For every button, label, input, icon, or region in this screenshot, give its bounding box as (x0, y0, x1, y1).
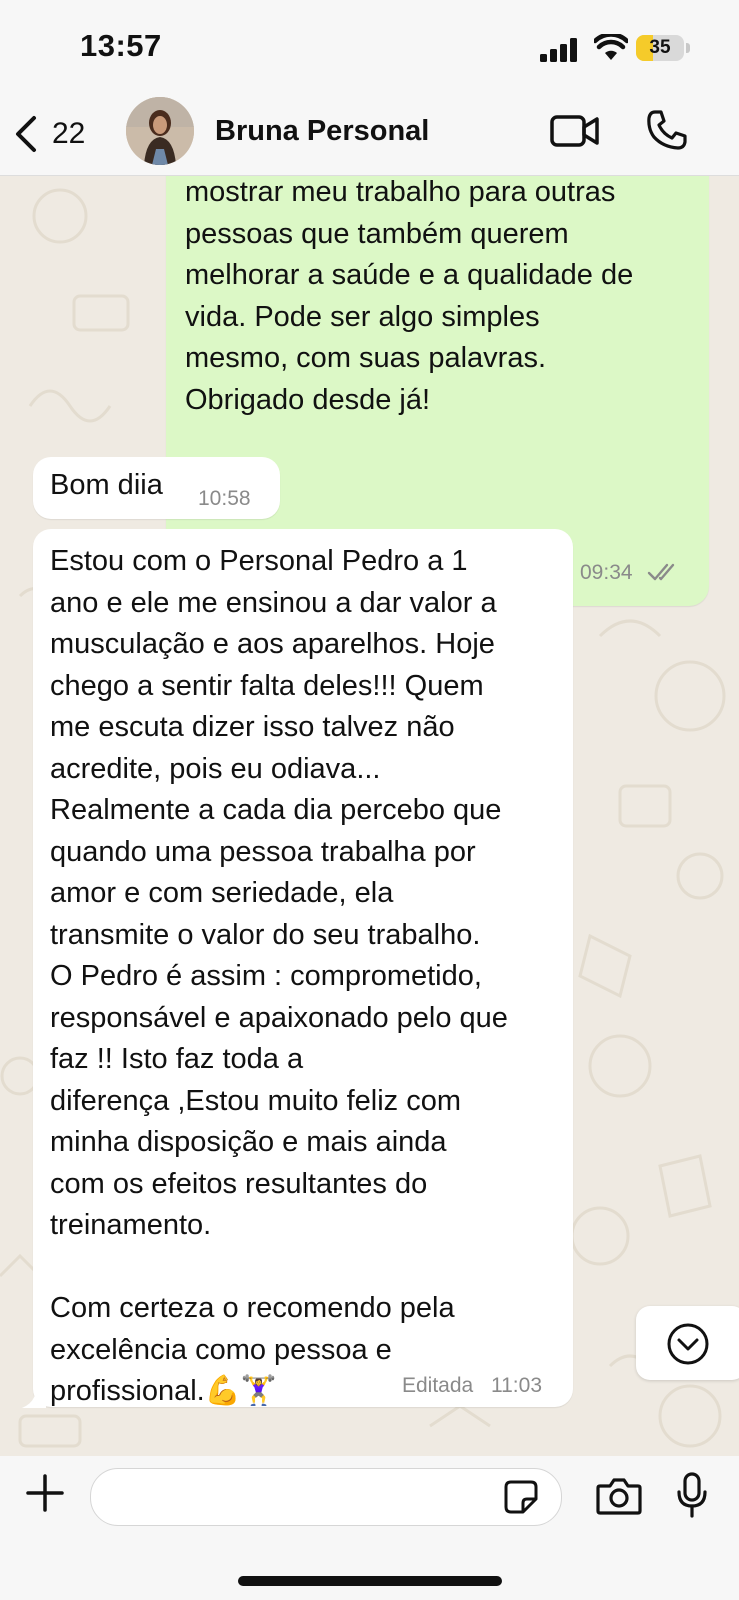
microphone-icon[interactable] (676, 1472, 708, 1518)
chat-area[interactable]: mostrar meu trabalho para outras pessoas… (0, 176, 739, 1456)
battery-level: 35 (649, 37, 671, 58)
home-indicator[interactable] (238, 1576, 502, 1586)
plus-icon[interactable] (26, 1474, 64, 1512)
camera-icon[interactable] (596, 1476, 642, 1516)
contact-name[interactable]: Bruna Personal (215, 115, 429, 148)
message-time: 10:58 (198, 487, 251, 510)
wifi-icon (594, 34, 628, 60)
message-input[interactable] (90, 1468, 562, 1526)
scroll-to-bottom-button[interactable] (636, 1306, 739, 1380)
chevron-left-icon (16, 116, 36, 152)
battery-tip (686, 43, 690, 53)
incoming-message[interactable]: Bom diia 10:58 (33, 457, 280, 519)
video-call-icon[interactable] (550, 113, 600, 149)
cellular-signal-icon (540, 38, 577, 62)
status-bar: 13:57 35 (0, 0, 739, 95)
composer-bar (0, 1456, 739, 1600)
status-time: 13:57 (80, 28, 162, 63)
message-time: 09:34 (580, 561, 633, 584)
unread-count: 22 (52, 117, 86, 150)
back-button[interactable]: 22 (14, 109, 104, 159)
message-text: Estou com o Personal Pedro a 1 ano e ele… (50, 545, 508, 1407)
chat-header: 22 Bruna Personal (0, 95, 739, 176)
sticker-icon[interactable] (503, 1479, 539, 1515)
message-text: mostrar meu trabalho para outras pessoas… (185, 176, 634, 416)
incoming-message[interactable]: Estou com o Personal Pedro a 1 ano e ele… (33, 529, 573, 1407)
chevron-down-circle-icon (667, 1323, 709, 1365)
contact-avatar[interactable] (126, 97, 194, 165)
read-receipt-icon (647, 563, 675, 581)
phone-icon[interactable] (646, 109, 688, 151)
message-text: Bom diia (50, 469, 163, 501)
battery-indicator: 35 (636, 35, 684, 61)
message-time: 11:03 (491, 1374, 542, 1397)
bubble-tail (22, 1388, 46, 1408)
avatar-photo (126, 97, 194, 165)
edited-label: Editada (402, 1374, 474, 1397)
